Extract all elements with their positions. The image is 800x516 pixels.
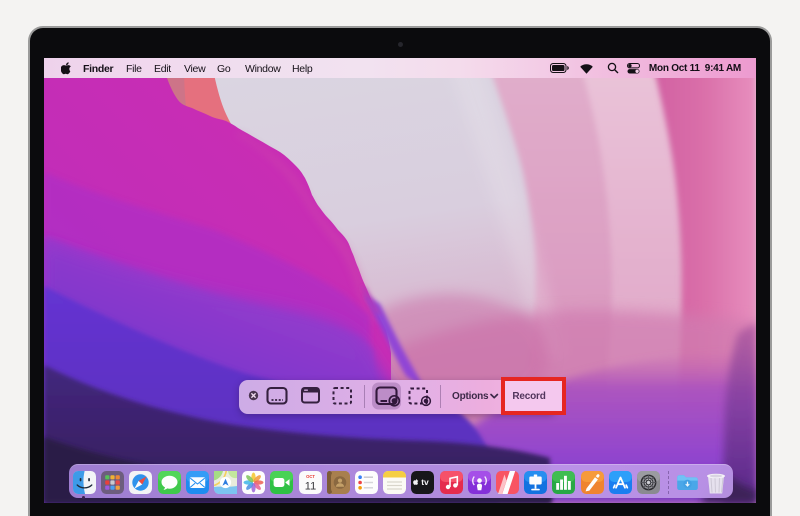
svg-text:OCT: OCT — [306, 474, 315, 479]
svg-text:tv: tv — [422, 477, 430, 487]
svg-text:11: 11 — [304, 481, 315, 493]
